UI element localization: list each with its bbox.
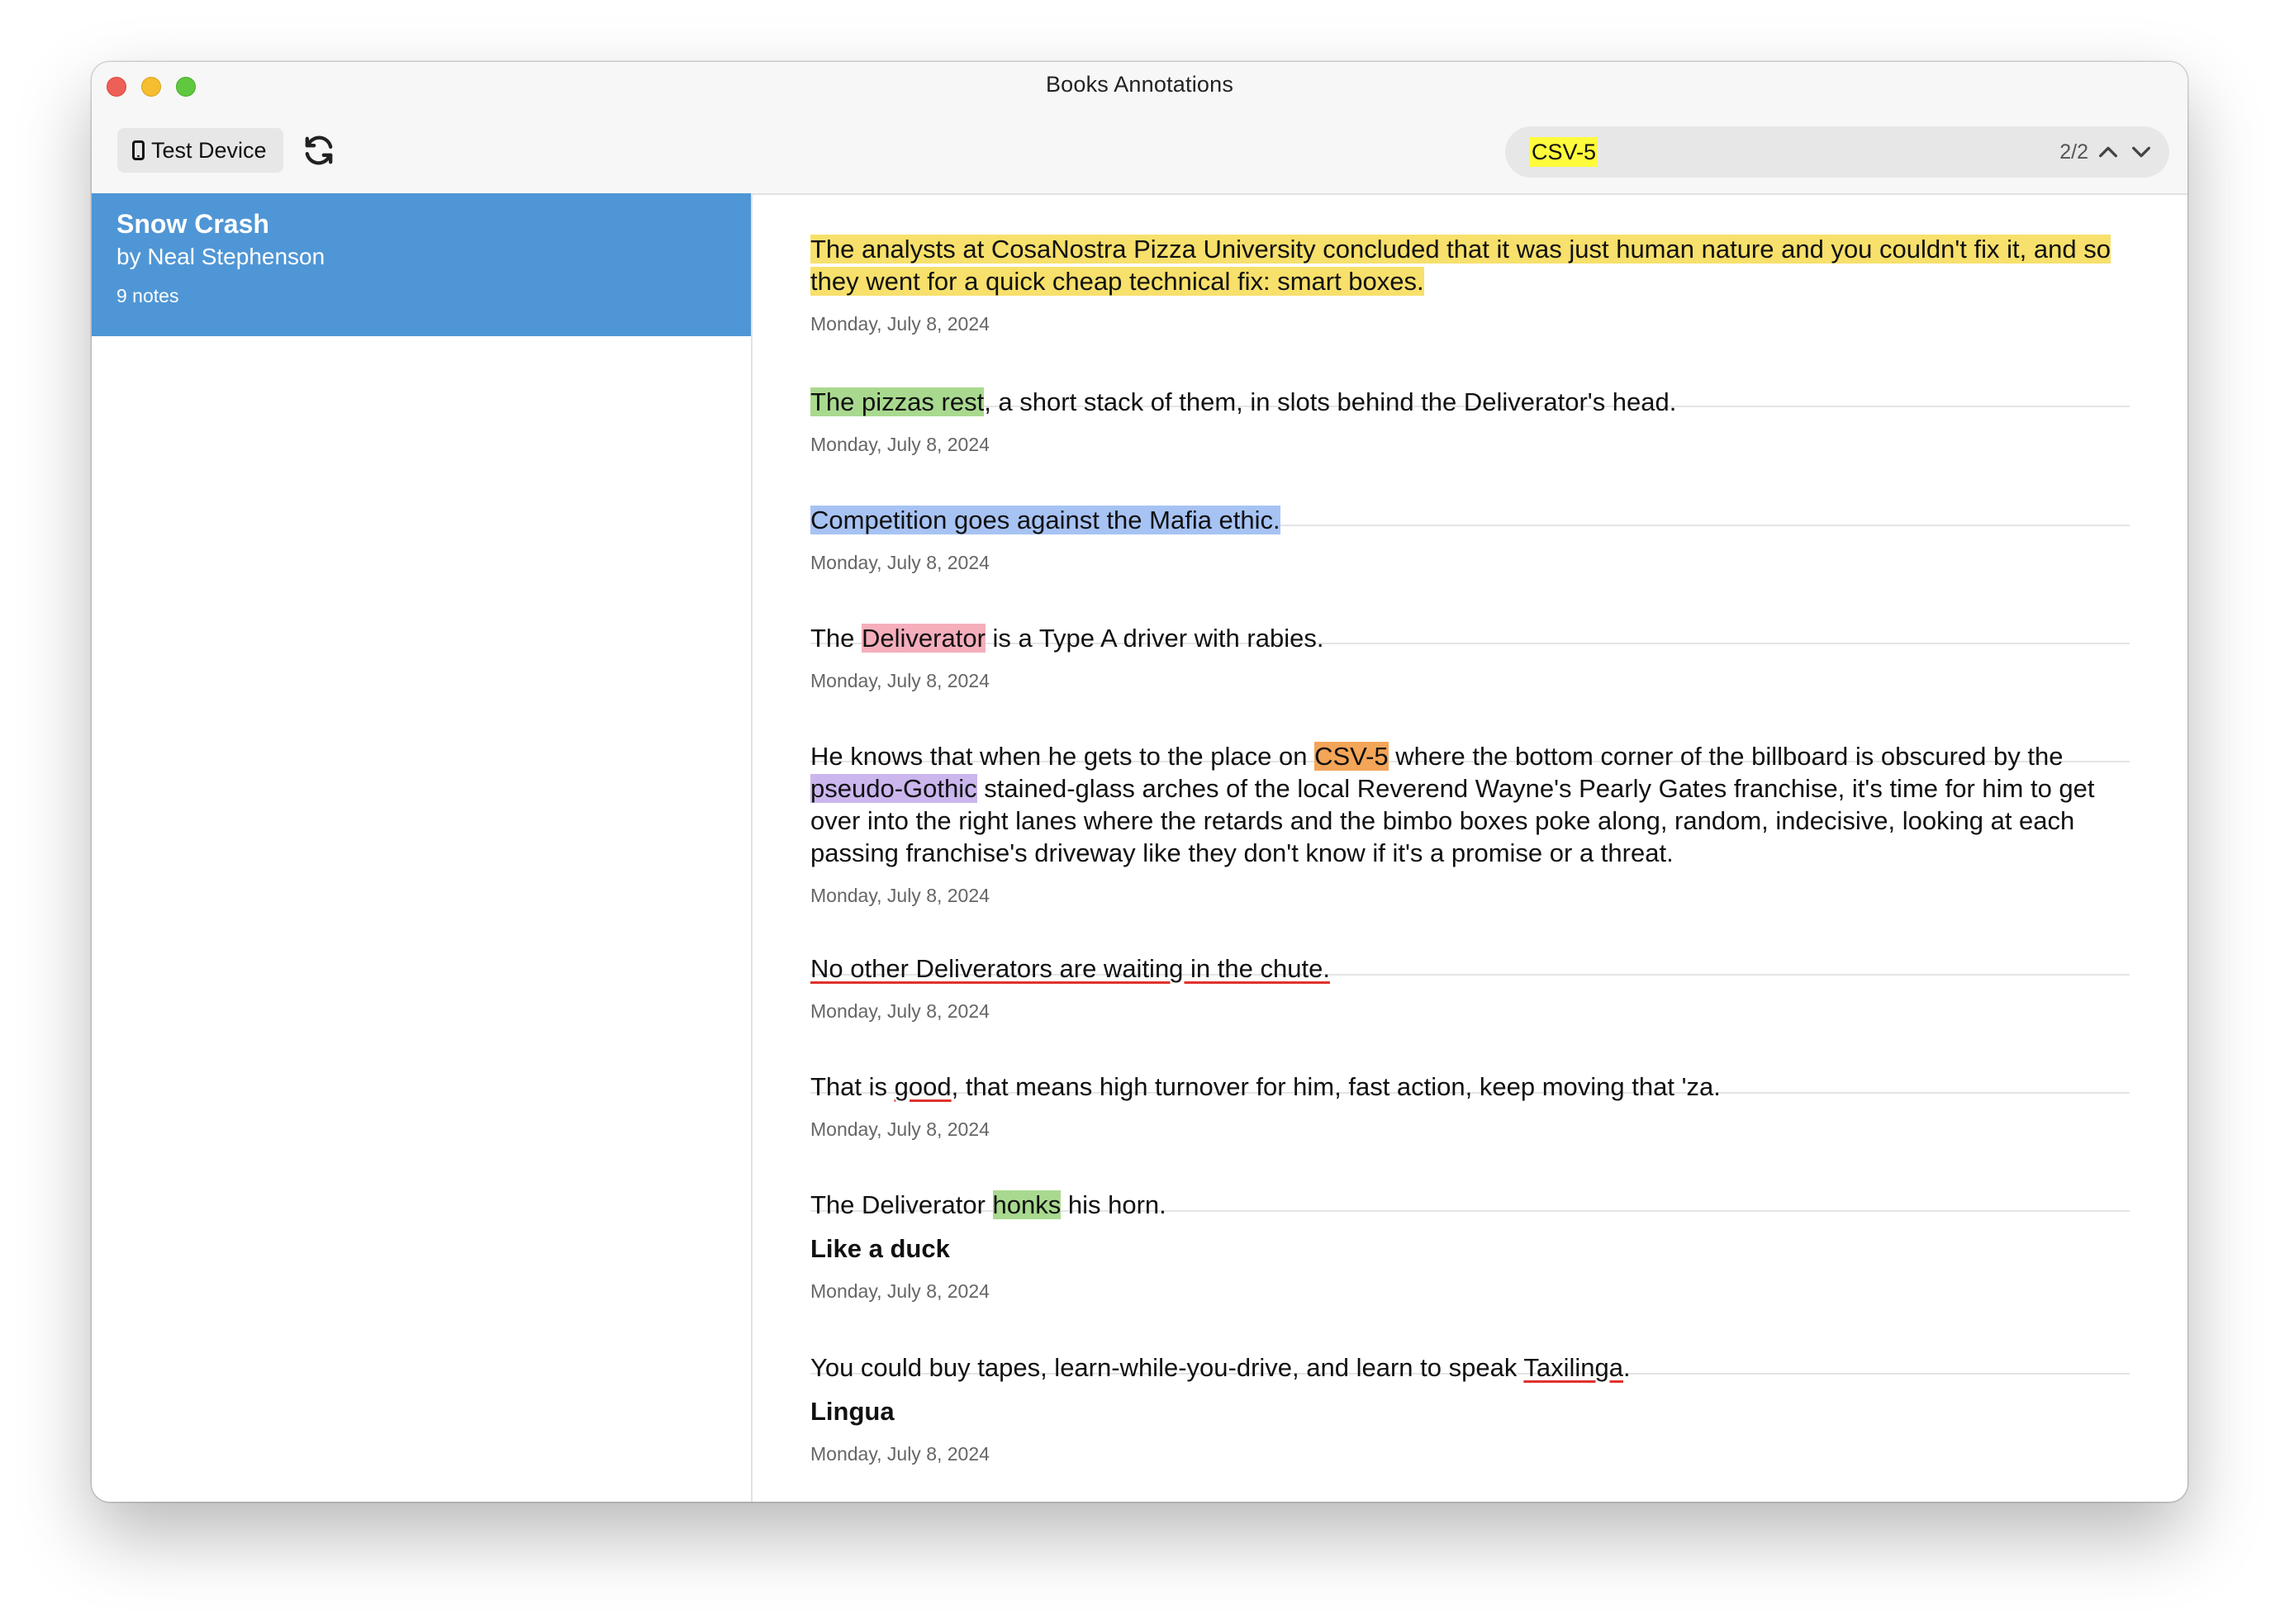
note-item[interactable]: You could buy tapes, learn-while-you-dri… <box>810 1351 2130 1502</box>
book-notes-count: 9 notes <box>116 285 179 306</box>
note-quote: Competition goes against the Mafia ethic… <box>810 504 2130 536</box>
quote-text-span: That is <box>810 1072 895 1101</box>
note-quote: You could buy tapes, learn-while-you-dri… <box>810 1351 2130 1384</box>
note-date: Monday, July 8, 2024 <box>810 1000 990 1022</box>
note-quote: He knows that when he gets to the place … <box>810 740 2130 869</box>
note-item[interactable]: The Deliverator honks his horn. Like a du… <box>810 1189 2130 1375</box>
quote-text-span: stained-glass arches of the local Revere… <box>810 774 2095 867</box>
quote-text-span: You could buy tapes, learn-while-you-dri… <box>810 1353 1524 1382</box>
device-button[interactable]: Test Device <box>117 128 283 173</box>
note-item[interactable]: The analysts at CosaNostra Pizza Univers… <box>810 233 2130 407</box>
quote-blue-span: Competition goes against the Mafia ethic… <box>810 506 1280 534</box>
notes-list: The analysts at CosaNostra Pizza Univers… <box>753 193 2187 1502</box>
chevron-up-icon[interactable] <box>2097 140 2120 164</box>
note-item[interactable]: He knows that when he gets to the place … <box>810 740 2130 976</box>
note-quote: No other Deliverators are waiting in the… <box>810 952 2130 985</box>
note-quote: The pizzas rest, a short stack of them, … <box>810 386 2130 418</box>
book-title: Snow Crash <box>116 209 269 239</box>
quote-yellow-span: The analysts at CosaNostra Pizza Univers… <box>810 235 2111 296</box>
quote-text-span: is a Type A driver with rabies. <box>985 624 1324 653</box>
note-date: Monday, July 8, 2024 <box>810 670 990 691</box>
quote-text-span: where the bottom corner of the billboard… <box>1388 742 2064 771</box>
quote-text-span: his horn. <box>1061 1190 1166 1219</box>
book-list: Snow Crash by Neal Stephenson 9 notes <box>92 193 753 1502</box>
note-comment: Like a duck <box>810 1234 950 1263</box>
book-item-snow-crash[interactable]: Snow Crash by Neal Stephenson 9 notes <box>92 193 751 336</box>
quote-text-span: He knows that when he gets to the place … <box>810 742 1315 771</box>
note-date: Monday, July 8, 2024 <box>810 885 990 906</box>
window-title: Books Annotations <box>1045 72 1234 97</box>
note-quote: The Deliverator is a Type A driver with … <box>810 622 2130 654</box>
note-date: Monday, July 8, 2024 <box>810 552 990 573</box>
search-match-count: 2/2 <box>2059 140 2088 164</box>
note-date: Monday, July 8, 2024 <box>810 313 990 335</box>
quote-green-span: The pizzas rest <box>810 387 985 416</box>
quote-underline-span: No other Deliverators are waiting in the… <box>810 954 1330 983</box>
app-window: Books Annotations Test Device CSV-5 2/2 … <box>92 62 2187 1502</box>
note-quote: The analysts at CosaNostra Pizza Univers… <box>810 233 2130 297</box>
quote-text-span: , that means high turnover for him, fast… <box>951 1072 1721 1101</box>
note-date: Monday, July 8, 2024 <box>810 1443 990 1465</box>
chevron-down-icon[interactable] <box>2130 140 2153 164</box>
note-comment: Lingua <box>810 1397 895 1426</box>
quote-text-span: . <box>1623 1353 1631 1382</box>
quote-orange-span: CSV-5 <box>1314 742 1389 771</box>
quote-green-span: honks <box>992 1190 1062 1219</box>
quote-pink-span: Deliverator <box>862 624 986 653</box>
book-author: by Neal Stephenson <box>116 244 325 269</box>
quote-text-span: The <box>810 624 862 653</box>
quote-text-span: The Deliverator <box>810 1190 993 1219</box>
quote-text-span: , a short stack of them, in slots behind… <box>984 387 1677 416</box>
quote-purple-span: pseudo-Gothic <box>810 774 977 803</box>
quote-underline-span: Taxilinga <box>1523 1353 1623 1382</box>
note-quote: The Deliverator honks his horn. <box>810 1189 2130 1221</box>
quote-underline-span: good <box>894 1072 952 1101</box>
note-date: Monday, July 8, 2024 <box>810 1118 990 1140</box>
phone-icon <box>132 140 145 160</box>
sync-icon[interactable] <box>302 134 335 167</box>
search-field[interactable]: CSV-5 2/2 <box>1505 126 2169 178</box>
note-date: Monday, July 8, 2024 <box>810 1280 990 1302</box>
search-input[interactable]: CSV-5 <box>1530 137 1598 167</box>
device-label: Test Device <box>151 137 267 163</box>
note-quote: That is good, that means high turnover f… <box>810 1071 2130 1103</box>
title-bar: Books Annotations Test Device CSV-5 2/2 <box>92 62 2187 195</box>
note-date: Monday, July 8, 2024 <box>810 434 990 455</box>
